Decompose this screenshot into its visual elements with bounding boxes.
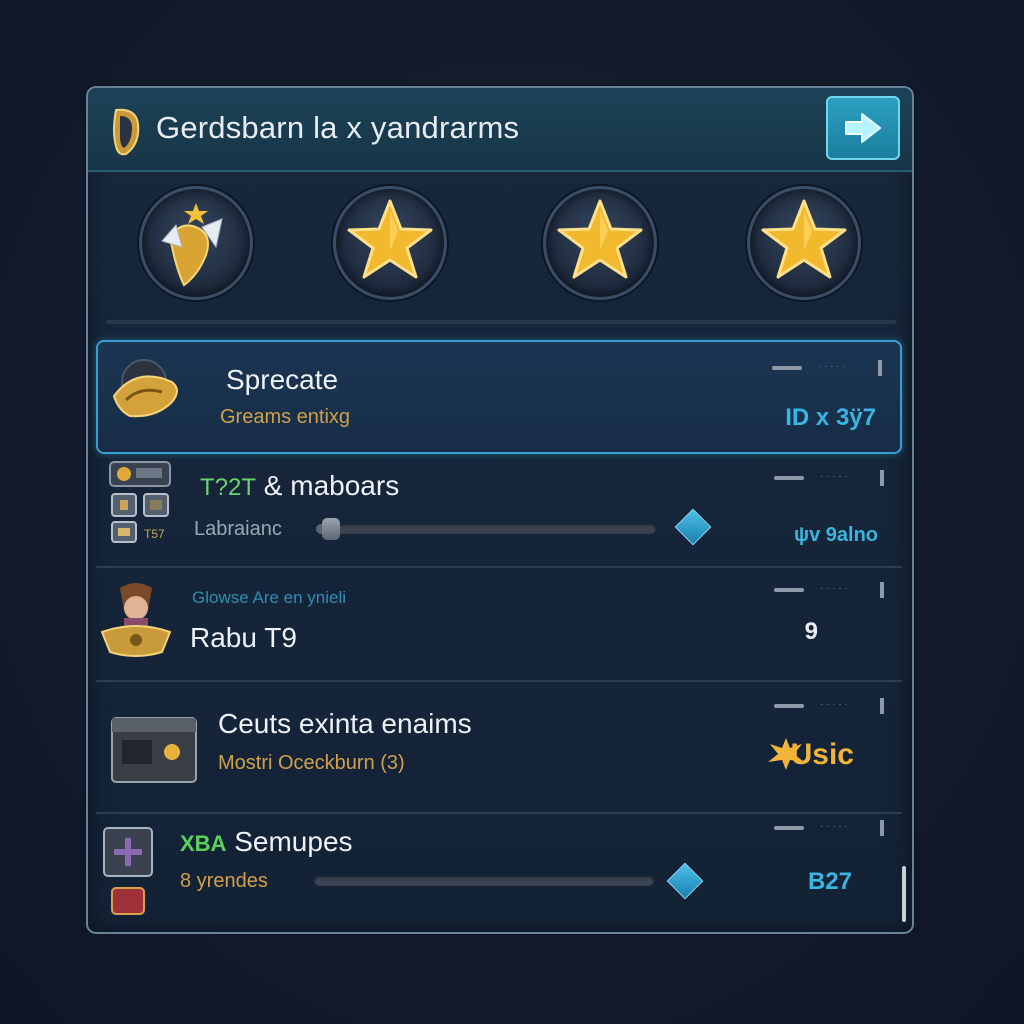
medal-slot-2[interactable] <box>333 186 447 300</box>
golden-horn-icon <box>112 359 178 418</box>
arrow-right-icon <box>845 113 881 143</box>
scrollbar[interactable] <box>902 866 906 922</box>
row-slider[interactable] <box>316 518 656 540</box>
game-panel: Gerdsbarn la x yandrarms Sprecate Greams… <box>86 86 914 934</box>
list-item-maboars[interactable]: T57 T?2T & maboars Labraianc · · · · · ψ… <box>96 454 902 568</box>
row-value: ψv 9alno <box>794 524 878 546</box>
item-grid-icon: T57 <box>109 461 171 543</box>
list-item-semupes[interactable]: XBA Semupes 8 yrendes · · · · · B27 <box>96 814 902 926</box>
row-status-marks: · · · · · <box>774 698 884 718</box>
row-subtitle: Mostri Oceckburn (3) <box>218 752 405 774</box>
star-medal-icon <box>761 199 847 279</box>
row-value: B27 <box>807 868 852 895</box>
item-list: Sprecate Greams entixg · · · · · ID x 3ÿ… <box>96 340 906 930</box>
row-prefix: XBA <box>180 831 227 856</box>
slider-knob[interactable] <box>322 518 340 540</box>
row-status-marks: · · · · · <box>774 582 884 602</box>
panel-title: Gerdsbarn la x yandrarms <box>156 110 520 145</box>
treasure-chest-icon <box>111 717 197 783</box>
star-medal-icon <box>557 199 643 279</box>
row-prefix: T?2T <box>200 474 257 501</box>
medal-slot-3[interactable] <box>543 186 657 300</box>
winged-medal-icon <box>161 203 223 287</box>
slider-end-marker[interactable] <box>674 508 712 546</box>
horn-icon <box>113 108 140 156</box>
row-title: T?2T & maboars <box>200 470 399 502</box>
svg-text:T57: T57 <box>144 527 165 541</box>
row-subtitle: Glowse Are en ynieli <box>192 588 347 607</box>
row-value: Usic <box>790 738 854 771</box>
row-label: 8 yrendes <box>180 870 268 892</box>
list-item-rabu[interactable]: Glowse Are en ynieli Rabu T9 · · · · · 9 <box>96 568 902 682</box>
row-status-marks: · · · · · <box>772 360 882 380</box>
row-title: XBA Semupes <box>180 826 353 858</box>
next-button[interactable] <box>826 96 900 160</box>
plus-box-icon <box>103 827 153 915</box>
row-value: ID x 3ÿ7 <box>785 404 876 431</box>
row-value: 9 <box>804 618 818 645</box>
row-slider[interactable] <box>314 876 654 886</box>
row-title: Ceuts exinta enaims <box>218 708 472 739</box>
row-status-marks: · · · · · <box>774 470 884 490</box>
slider-end-marker[interactable] <box>666 862 704 900</box>
row-title-text: Semupes <box>234 826 353 857</box>
section-divider <box>106 320 896 324</box>
character-portrait-icon <box>100 583 172 657</box>
row-label: Labraianc <box>194 518 282 540</box>
row-title: Sprecate <box>226 364 339 395</box>
row-status-marks: · · · · · <box>774 820 884 840</box>
panel-header: Gerdsbarn la x yandrarms <box>88 88 912 172</box>
row-subtitle: Greams entixg <box>220 406 351 428</box>
medal-slot-1[interactable] <box>139 186 253 300</box>
list-item-sprecate[interactable]: Sprecate Greams entixg · · · · · ID x 3ÿ… <box>96 340 902 454</box>
row-title: Rabu T9 <box>190 622 297 653</box>
star-medal-icon <box>347 199 433 279</box>
list-item-ceuts[interactable]: Ceuts exinta enaims Mostri Oceckburn (3)… <box>96 682 902 814</box>
medal-slot-4[interactable] <box>747 186 861 300</box>
row-title-text: & maboars <box>263 470 400 501</box>
